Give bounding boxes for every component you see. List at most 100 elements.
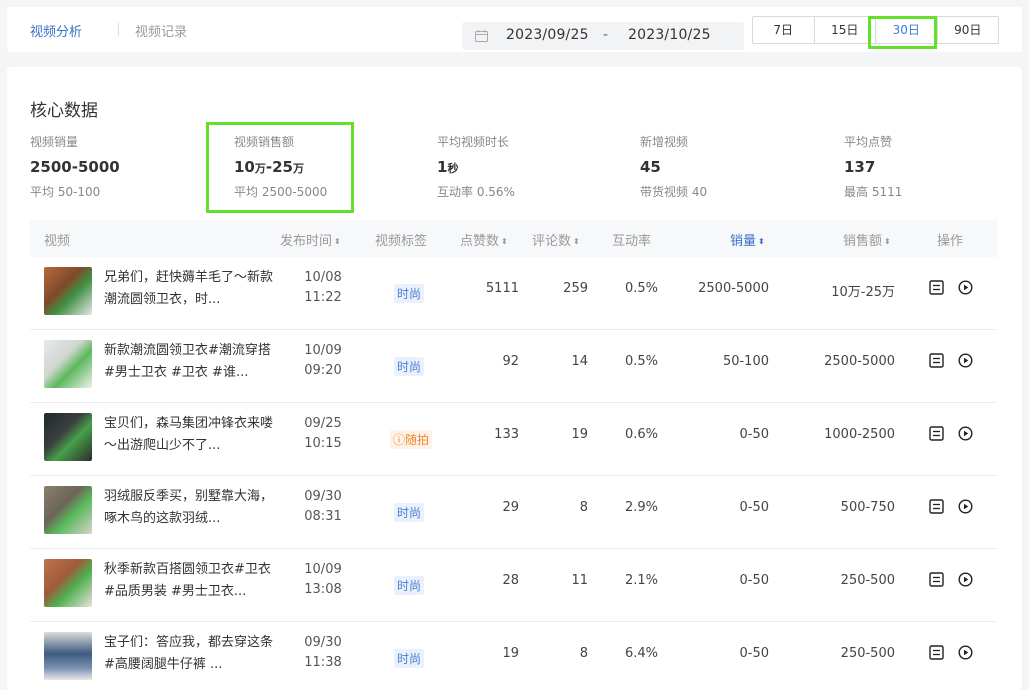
video-thumbnail[interactable] (44, 340, 92, 388)
start-date[interactable]: 2023/09/25 (506, 27, 589, 43)
range-button-group: 7日 15日 30日 90日 (752, 16, 999, 44)
comments-count: 259 (563, 281, 588, 296)
video-title[interactable]: 宝贝们，森马集团冲锋衣来喽～出游爬山少不了... (104, 413, 276, 457)
engagement-rate: 0.5% (624, 354, 658, 369)
detail-icon[interactable] (929, 645, 944, 660)
publish-time: 10/09 09:20 (304, 343, 342, 378)
play-icon[interactable] (958, 280, 973, 295)
metric-sub: 最高 5111 (844, 185, 903, 199)
table-row[interactable]: 宝子们：答应我，都去穿这条#高腰阔腿牛仔裤 ... 09/30 11:38 时尚 19 8… (30, 622, 997, 690)
video-thumbnail[interactable] (44, 559, 92, 607)
video-tag: 时尚 (394, 503, 425, 522)
range-15d-button[interactable]: 15日 (815, 17, 876, 43)
video-title[interactable]: 羽绒服反季买，别墅靠大海，啄木鸟的这款羽绒... (104, 486, 276, 530)
revenue-range: 10万-25万 (831, 285, 895, 300)
header-revenue[interactable]: 销售额 ⬍ (843, 230, 891, 249)
header-video-tag: 视频标签 (375, 234, 428, 249)
video-tag: 时尚 (394, 576, 425, 595)
sales-range: 0-50 (739, 646, 769, 661)
metric-label: 视频销售额 (234, 135, 295, 149)
table-row[interactable]: 新款潮流圆领卫衣#潮流穿搭 #男士卫衣 #卫衣 #谁... 10/09 09:20 时… (30, 330, 997, 403)
video-title[interactable]: 秋季新款百搭圆领卫衣#卫衣 #品质男装 #男士卫衣... (104, 559, 276, 603)
tab-video-analysis[interactable]: 视频分析 (30, 21, 82, 40)
revenue-range: 500-750 (840, 500, 895, 515)
metric-value: 45 (640, 158, 661, 176)
header-engagement: 互动率 (612, 234, 652, 249)
table-row[interactable]: 羽绒服反季买，别墅靠大海，啄木鸟的这款羽绒... 09/30 08:31 时尚 29 8 2… (30, 476, 997, 549)
info-icon: ⓘ (393, 433, 406, 447)
end-date[interactable]: 2023/10/25 (628, 27, 711, 43)
metric-value: 10万-25万 (234, 158, 304, 176)
engagement-rate: 2.9% (624, 500, 658, 515)
publish-time: 09/25 10:15 (304, 416, 342, 451)
table-row[interactable]: 兄弟们，赶快薅羊毛了～新款潮流圆领卫衣，时... 10/08 11:22 时尚 5111… (30, 257, 997, 330)
publish-time: 10/08 11:22 (304, 270, 342, 305)
sales-range: 50-100 (722, 354, 769, 369)
play-icon[interactable] (958, 572, 973, 587)
engagement-rate: 6.4% (624, 646, 658, 661)
row-actions (929, 353, 973, 368)
sales-range: 0-50 (739, 573, 769, 588)
video-tag: 时尚 (394, 649, 425, 668)
play-icon[interactable] (958, 353, 973, 368)
tab-divider (118, 23, 119, 36)
header-comments[interactable]: 评论数 ⬍ (532, 230, 580, 249)
row-actions (929, 426, 973, 441)
detail-icon[interactable] (929, 426, 944, 441)
metric-new-videos: 新增视频 45 带货视频 40 (640, 133, 820, 200)
sales-range: 0-50 (739, 500, 769, 515)
detail-icon[interactable] (929, 353, 944, 368)
detail-icon[interactable] (929, 572, 944, 587)
likes-count: 19 (502, 646, 519, 661)
video-title[interactable]: 宝子们：答应我，都去穿这条#高腰阔腿牛仔裤 ... (104, 632, 276, 676)
comments-count: 8 (579, 500, 588, 515)
table-row[interactable]: 秋季新款百搭圆领卫衣#卫衣 #品质男装 #男士卫衣... 10/09 13:08 时尚… (30, 549, 997, 622)
header-likes[interactable]: 点赞数 ⬍ (460, 230, 508, 249)
revenue-range: 2500-5000 (824, 354, 895, 369)
video-thumbnail[interactable] (44, 632, 92, 680)
tab-video-records[interactable]: 视频记录 (135, 21, 187, 40)
range-90d-button[interactable]: 90日 (938, 17, 999, 43)
video-title[interactable]: 兄弟们，赶快薅羊毛了～新款潮流圆领卫衣，时... (104, 267, 276, 311)
metric-value: 137 (844, 158, 876, 176)
metric-label: 平均视频时长 (437, 135, 510, 149)
range-30d-button[interactable]: 30日 (876, 17, 938, 43)
date-range-picker[interactable]: 2023/09/25 - 2023/10/25 (462, 22, 744, 50)
play-icon[interactable] (958, 645, 973, 660)
metric-value: 1秒 (437, 158, 459, 176)
calendar-icon (475, 30, 488, 42)
detail-icon[interactable] (929, 280, 944, 295)
table-row[interactable]: 宝贝们，森马集团冲锋衣来喽～出游爬山少不了... 09/25 10:15 ⓘ随拍 133… (30, 403, 997, 476)
detail-icon[interactable] (929, 499, 944, 514)
play-icon[interactable] (958, 499, 973, 514)
likes-count: 28 (502, 573, 519, 588)
video-tag: ⓘ随拍 (390, 430, 433, 449)
range-7d-button[interactable]: 7日 (753, 17, 815, 43)
row-actions (929, 499, 973, 514)
publish-time: 10/09 13:08 (304, 562, 342, 597)
metric-video-revenue: 视频销售额 10万-25万 平均 2500-5000 (234, 133, 414, 200)
video-title[interactable]: 新款潮流圆领卫衣#潮流穿搭 #男士卫衣 #卫衣 #谁... (104, 340, 276, 384)
row-actions (929, 280, 973, 295)
video-thumbnail[interactable] (44, 486, 92, 534)
sales-range: 2500-5000 (698, 281, 769, 296)
metric-video-sales: 视频销量 2500-5000 平均 50-100 (30, 133, 210, 200)
video-thumbnail[interactable] (44, 267, 92, 315)
likes-count: 92 (502, 354, 519, 369)
engagement-rate: 0.5% (624, 281, 658, 296)
top-bar: 视频分析 视频记录 2023/09/25 - 2023/10/25 7日 15日… (7, 7, 1022, 52)
comments-count: 14 (571, 354, 588, 369)
metric-label: 视频销量 (30, 135, 79, 149)
video-thumbnail[interactable] (44, 413, 92, 461)
header-publish-time[interactable]: 发布时间 ⬍ (280, 230, 341, 249)
date-separator: - (603, 27, 609, 43)
video-tag: 时尚 (394, 357, 425, 376)
metric-sub: 平均 2500-5000 (234, 185, 328, 199)
metric-sub: 带货视频 40 (640, 185, 708, 199)
play-icon[interactable] (958, 426, 973, 441)
metric-label: 平均点赞 (844, 135, 893, 149)
revenue-range: 250-500 (840, 573, 895, 588)
metric-sub: 互动率 0.56% (437, 185, 515, 199)
header-sales[interactable]: 销量 ⬍ (730, 230, 765, 249)
header-actions: 操作 (937, 234, 964, 249)
